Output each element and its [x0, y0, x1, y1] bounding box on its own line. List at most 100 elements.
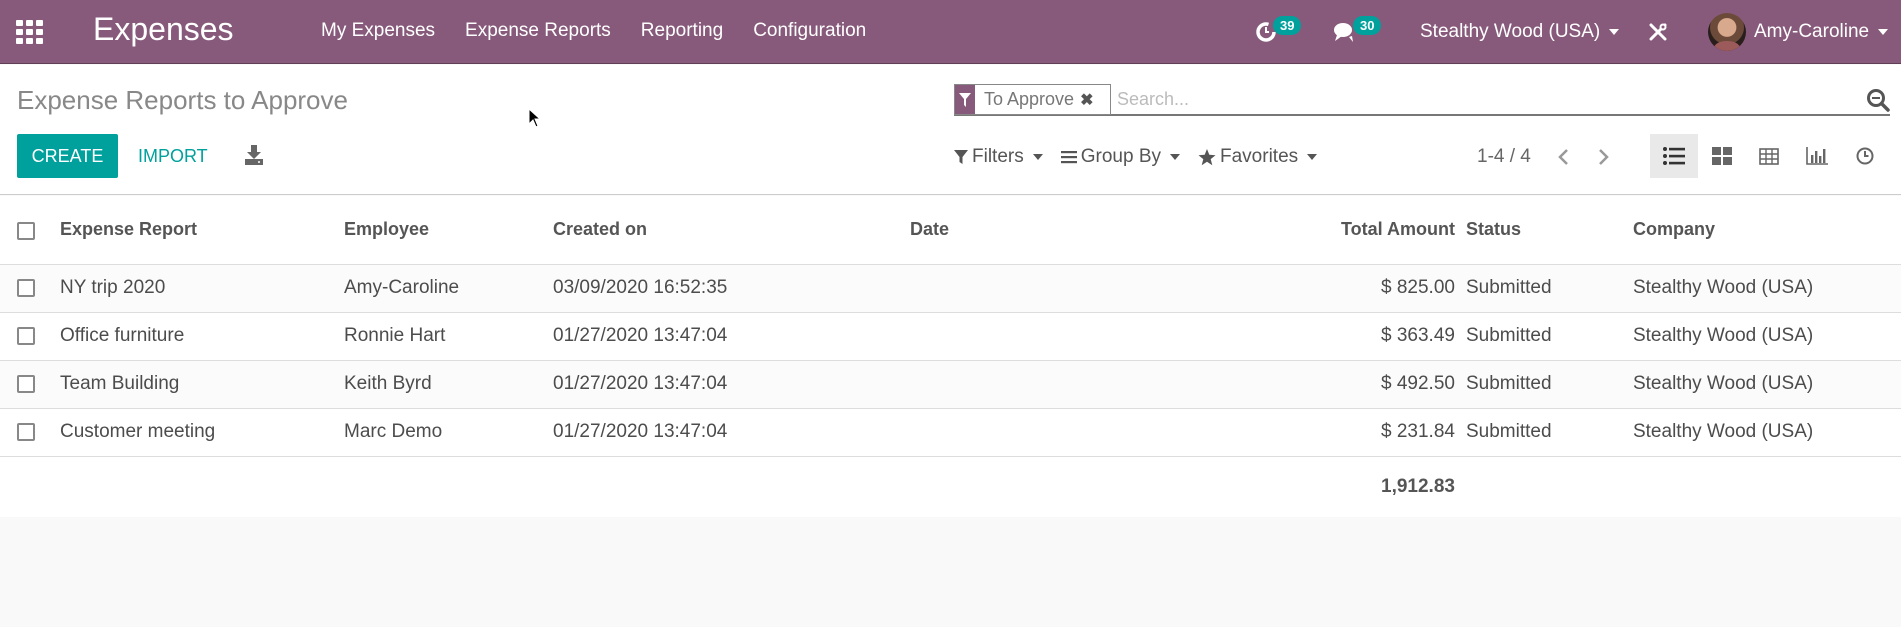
cell-status: Submitted	[1465, 360, 1633, 409]
activity-count-badge: 39	[1273, 15, 1302, 35]
breadcrumb-title: Expense Reports to Approve	[17, 85, 348, 115]
favorites-dropdown[interactable]: Favorites	[1198, 146, 1318, 168]
filter-icon	[954, 150, 968, 164]
cell-company: Stealthy Wood (USA)	[1632, 312, 1901, 361]
import-button[interactable]: IMPORT	[138, 146, 208, 167]
pager-value[interactable]: 1-4 / 4	[1477, 146, 1531, 168]
caret-down-icon	[1609, 29, 1620, 35]
column-header-created-on[interactable]: Created on	[553, 196, 910, 265]
cell-total-amount: $ 231.84	[1341, 408, 1466, 457]
caret-down-icon	[1170, 154, 1180, 160]
pager-previous-button[interactable]	[1553, 145, 1573, 169]
footer-total-amount: 1,912.83	[1341, 456, 1466, 517]
cell-date	[910, 408, 1341, 457]
cell-employee: Ronnie Hart	[344, 312, 553, 361]
table-row[interactable]: Customer meeting Marc Demo 01/27/2020 13…	[0, 408, 1901, 457]
row-checkbox[interactable]	[17, 374, 35, 393]
messaging-menu[interactable]: 30	[1333, 0, 1382, 64]
column-header-total-amount[interactable]: Total Amount	[1341, 196, 1466, 265]
caret-down-icon	[1307, 154, 1318, 160]
table-icon	[1759, 147, 1779, 165]
cell-expense-report: Team Building	[60, 360, 344, 409]
column-header-status[interactable]: Status	[1465, 196, 1633, 265]
menu-reporting[interactable]: Reporting	[641, 20, 723, 42]
table-row[interactable]: Team Building Keith Byrd 01/27/2020 13:4…	[0, 360, 1901, 409]
cell-company: Stealthy Wood (USA)	[1632, 264, 1901, 313]
user-menu[interactable]: Amy-Caroline	[1708, 0, 1889, 64]
apps-menu-icon[interactable]	[16, 20, 44, 44]
search-button[interactable]	[1866, 88, 1890, 112]
filters-dropdown[interactable]: Filters	[954, 146, 1043, 168]
app-menu: My Expenses Expense Reports Reporting Co…	[321, 20, 866, 42]
cell-company: Stealthy Wood (USA)	[1632, 408, 1901, 457]
cell-created-on: 01/27/2020 13:47:04	[553, 408, 910, 457]
chevron-left-icon	[1558, 149, 1568, 165]
cell-employee: Amy-Caroline	[344, 264, 553, 313]
chevron-right-icon	[1599, 149, 1609, 165]
table-row[interactable]: NY trip 2020 Amy-Caroline 03/09/2020 16:…	[0, 264, 1901, 313]
graph-view-button[interactable]	[1793, 134, 1841, 178]
facet-label: To Approve	[984, 89, 1075, 109]
pivot-view-button[interactable]	[1745, 134, 1793, 178]
activity-menu[interactable]: 39	[1255, 0, 1302, 64]
facet-remove-icon[interactable]: ✖	[1080, 90, 1093, 110]
table-footer-row: 1,912.83	[0, 456, 1901, 517]
pager-next-button[interactable]	[1594, 145, 1614, 169]
cell-created-on: 03/09/2020 16:52:35	[553, 264, 910, 313]
company-name: Stealthy Wood (USA)	[1420, 21, 1601, 42]
menu-configuration[interactable]: Configuration	[753, 20, 866, 42]
row-checkbox[interactable]	[17, 422, 35, 441]
column-header-employee[interactable]: Employee	[344, 196, 553, 265]
groupby-dropdown[interactable]: Group By	[1060, 146, 1180, 168]
row-checkbox[interactable]	[17, 326, 35, 345]
cell-expense-report: NY trip 2020	[60, 264, 344, 313]
control-panel: Expense Reports to Approve CREATE IMPORT…	[0, 65, 1901, 195]
row-checkbox[interactable]	[17, 278, 35, 297]
caret-down-icon	[1032, 154, 1043, 160]
select-all-cell	[0, 196, 60, 265]
filter-icon	[955, 85, 975, 114]
groupby-label: Group By	[1080, 146, 1161, 167]
cell-status: Submitted	[1465, 408, 1633, 457]
create-button[interactable]: CREATE	[17, 134, 118, 178]
column-header-company[interactable]: Company	[1632, 196, 1901, 265]
cell-employee: Marc Demo	[344, 408, 553, 457]
message-count-badge: 30	[1353, 15, 1382, 35]
download-icon	[245, 145, 263, 165]
bars-icon	[1060, 151, 1077, 164]
table-row[interactable]: Office furniture Ronnie Hart 01/27/2020 …	[0, 312, 1901, 361]
select-all-checkbox[interactable]	[17, 221, 35, 240]
footer-spacer	[1465, 456, 1901, 517]
row-select-cell	[0, 312, 60, 361]
search-icon	[1867, 89, 1890, 112]
cell-date	[910, 360, 1341, 409]
cell-date	[910, 264, 1341, 313]
debug-tools-button[interactable]	[1648, 0, 1668, 64]
cell-total-amount: $ 825.00	[1341, 264, 1466, 313]
search-input[interactable]	[1117, 86, 1857, 112]
activity-view-button[interactable]	[1841, 134, 1889, 178]
cell-created-on: 01/27/2020 13:47:04	[553, 360, 910, 409]
mouse-pointer-icon	[528, 108, 542, 128]
search-options: Filters Group By Favorites	[954, 146, 1318, 168]
row-select-cell	[0, 408, 60, 457]
column-header-expense-report[interactable]: Expense Report	[60, 196, 344, 265]
cell-total-amount: $ 363.49	[1341, 312, 1466, 361]
user-avatar	[1708, 13, 1746, 51]
list-view-button[interactable]	[1650, 134, 1698, 178]
menu-expense-reports[interactable]: Expense Reports	[465, 20, 611, 42]
company-switcher[interactable]: Stealthy Wood (USA)	[1420, 0, 1620, 64]
filters-label: Filters	[972, 146, 1024, 167]
menu-my-expenses[interactable]: My Expenses	[321, 20, 435, 42]
cell-employee: Keith Byrd	[344, 360, 553, 409]
cell-total-amount: $ 492.50	[1341, 360, 1466, 409]
cell-date	[910, 312, 1341, 361]
download-button[interactable]	[244, 144, 264, 166]
column-header-date[interactable]: Date	[910, 196, 1341, 265]
app-name[interactable]: Expenses	[93, 11, 234, 48]
cell-expense-report: Customer meeting	[60, 408, 344, 457]
expense-reports-list: Expense Report Employee Created on Date …	[0, 196, 1901, 517]
main-navbar: Expenses My Expenses Expense Reports Rep…	[0, 0, 1901, 64]
search-facet-to-approve[interactable]: To Approve ✖	[954, 84, 1111, 115]
kanban-view-button[interactable]	[1698, 134, 1746, 178]
